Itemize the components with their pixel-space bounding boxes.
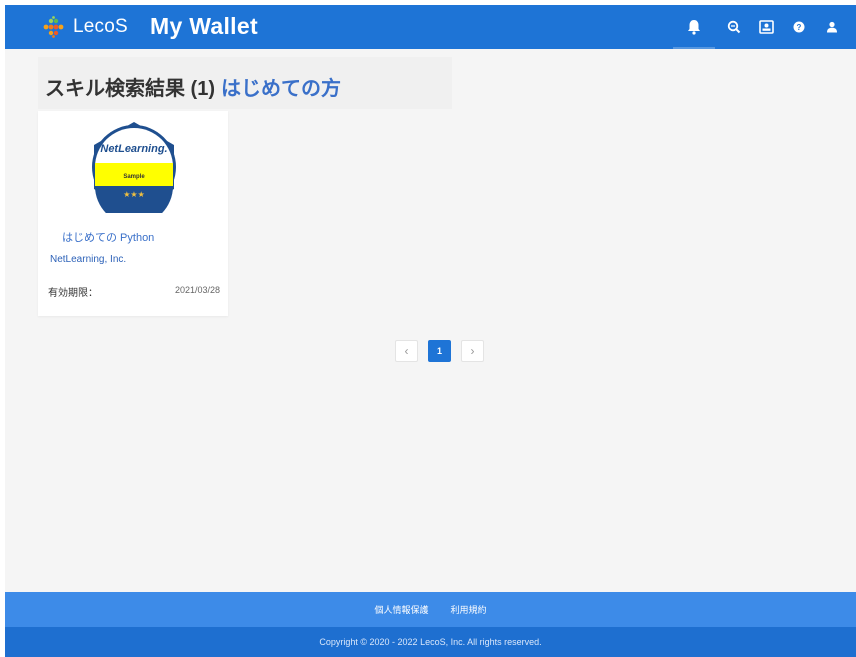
logo-mark-icon (43, 16, 64, 38)
svg-text:?: ? (797, 23, 802, 32)
logo[interactable]: LecoS (41, 16, 128, 38)
privacy-link[interactable]: 個人情報保護 (374, 603, 428, 616)
help-icon: ? (793, 21, 805, 33)
course-name-link[interactable]: はじめての Python (62, 229, 154, 245)
badge-brand: NetLearning. (100, 143, 167, 155)
skill-badge-icon[interactable]: NetLearning. Sample ★★★ (88, 121, 180, 213)
badge-stars: ★★★ (123, 190, 145, 199)
pagination: ‹ 1 › (395, 340, 484, 362)
profile-card-icon (758, 20, 774, 34)
badge-label: Sample (123, 174, 145, 180)
bell-icon (688, 20, 700, 35)
user-button[interactable] (820, 15, 844, 39)
next-page-button[interactable]: › (461, 340, 484, 362)
search-circle-icon (727, 20, 741, 34)
logo-text: LecoS (73, 16, 128, 37)
footer-links: 個人情報保護 利用規約 (5, 592, 856, 627)
search-button[interactable] (722, 15, 746, 39)
skill-card[interactable]: NetLearning. Sample ★★★ はじめての Python Net… (38, 111, 228, 316)
organization-link[interactable]: NetLearning, Inc. (50, 254, 126, 265)
page-title: スキル検索結果 (1) はじめての方 (45, 72, 341, 101)
search-keyword: はじめての方 (221, 78, 341, 100)
copyright: Copyright © 2020 - 2022 LecoS, Inc. All … (5, 627, 856, 657)
user-icon (827, 21, 837, 33)
prev-page-button[interactable]: ‹ (395, 340, 418, 362)
help-button[interactable]: ? (787, 15, 811, 39)
page-1-button[interactable]: 1 (428, 340, 451, 362)
terms-link[interactable]: 利用規約 (451, 603, 487, 616)
profile-card-button[interactable] (754, 15, 778, 39)
expiry-label: 有効期限： (48, 288, 98, 299)
notifications-button[interactable] (673, 15, 715, 49)
app-title: My Wallet (150, 13, 258, 39)
app-frame: LecoS My Wallet ? スキル検索結果 (1) はじめての方 Net… (5, 5, 856, 657)
top-header: LecoS My Wallet ? (5, 5, 856, 49)
expiry-date: 2021/03/28 (174, 285, 220, 295)
result-count-title: スキル検索結果 (1) (45, 78, 215, 100)
